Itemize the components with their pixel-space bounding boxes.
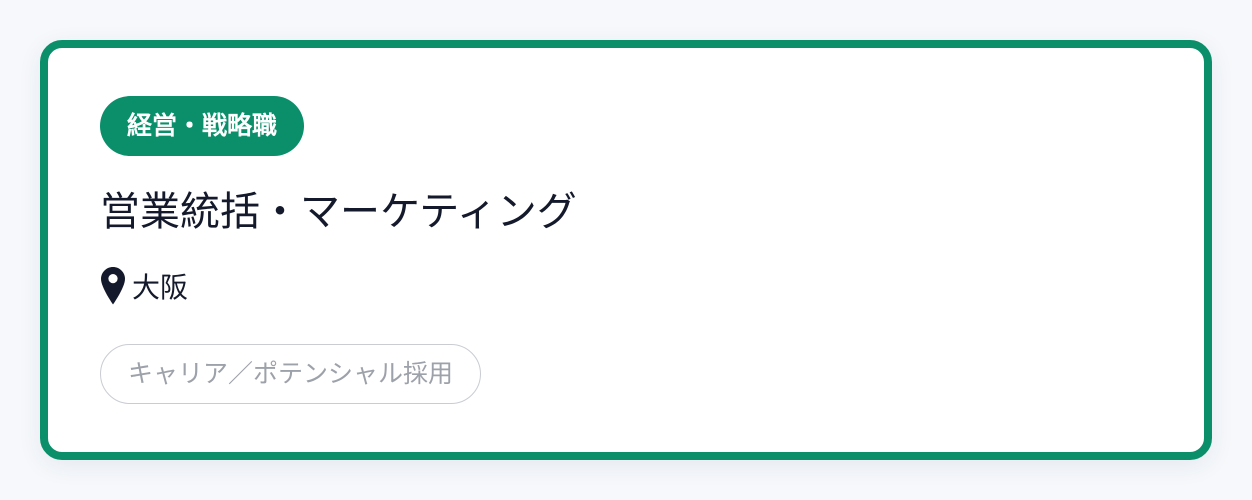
location-label: 大阪	[132, 271, 189, 304]
job-title[interactable]: 営業統括・マーケティング	[100, 184, 577, 240]
map-pin-icon	[100, 266, 126, 306]
job-card[interactable]: 経営・戦略職 営業統括・マーケティング 大阪 キャリア／ポテンシャル採用	[40, 40, 1212, 460]
category-badge: 経営・戦略職	[100, 96, 305, 156]
location-row: 大阪	[100, 266, 188, 306]
hiring-type-tag: キャリア／ポテンシャル採用	[100, 344, 482, 404]
